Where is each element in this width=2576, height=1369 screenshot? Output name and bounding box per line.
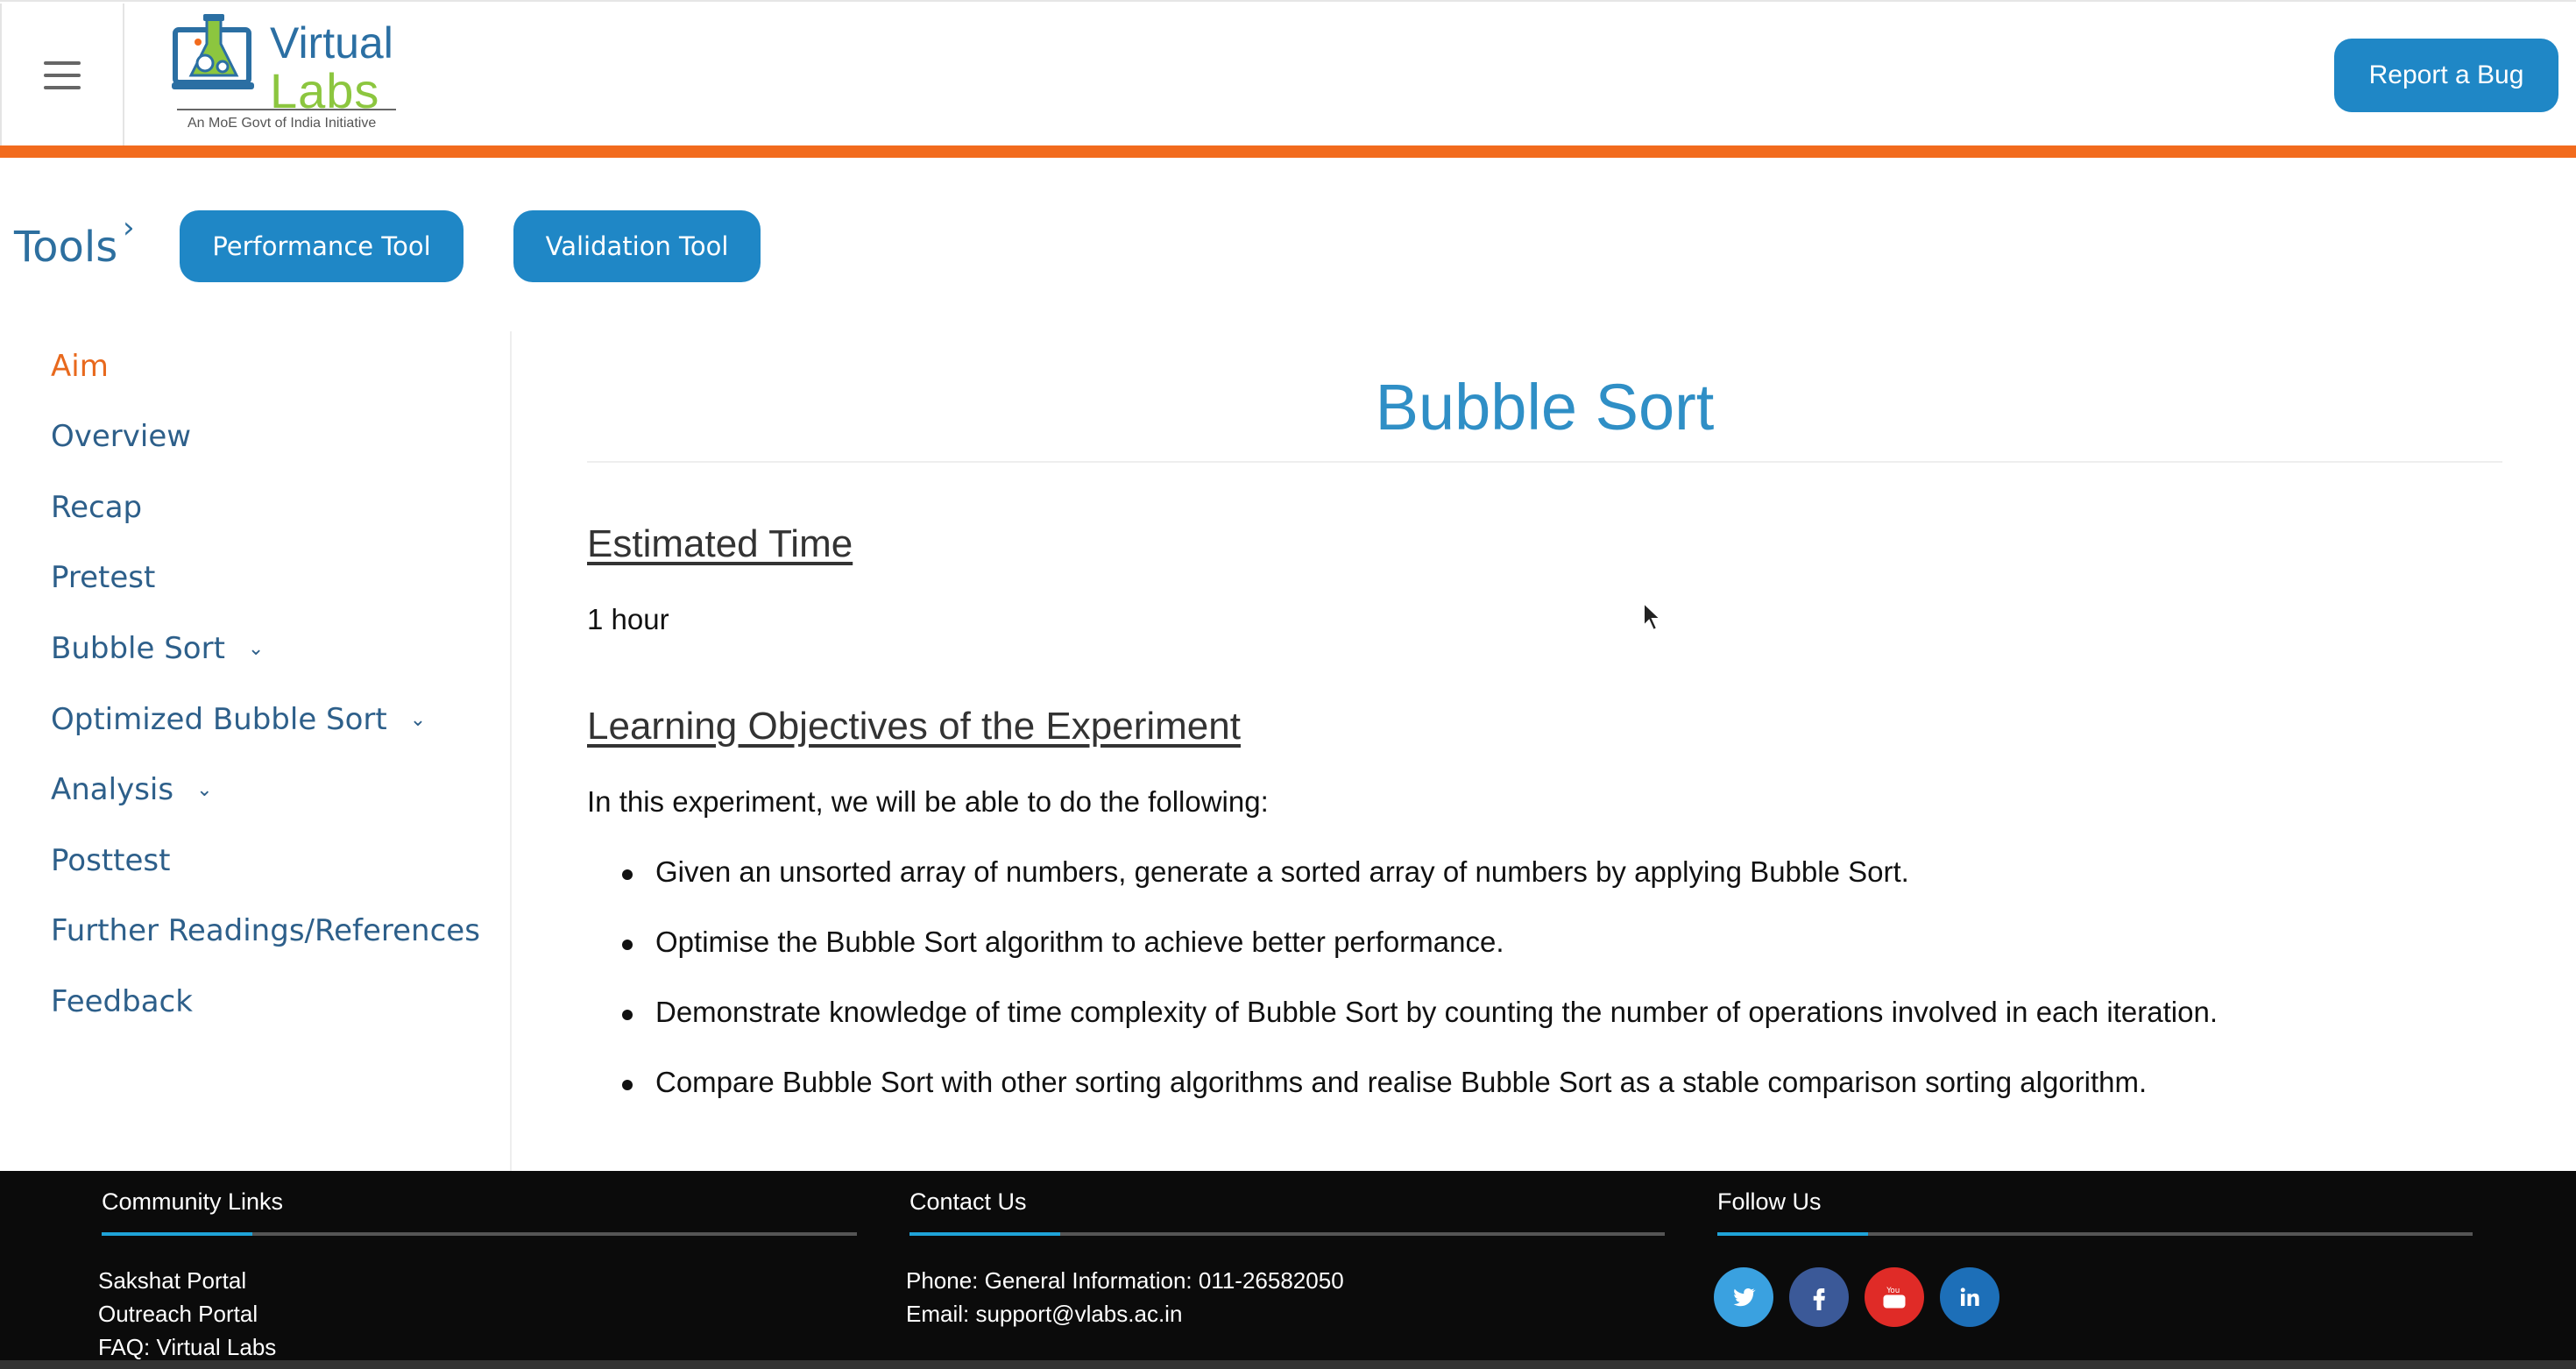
contact-phone: Phone: General Information: 011-26582050 [906, 1267, 1344, 1294]
logo-wordmark: Virtual Labs [270, 21, 393, 116]
sidebar-item-label: Aim [51, 349, 109, 384]
report-bug-button[interactable]: Report a Bug [2334, 39, 2558, 112]
outreach-portal-link[interactable]: Outreach Portal [98, 1297, 276, 1330]
list-item: Given an unsorted array of numbers, gene… [622, 855, 2218, 926]
objectives-intro: In this experiment, we will be able to d… [587, 785, 1269, 818]
community-links-heading: Community Links [102, 1188, 284, 1215]
bullet-icon [622, 869, 633, 880]
bullet-icon [622, 1080, 633, 1090]
list-item: Demonstrate knowledge of time complexity… [622, 996, 2218, 1066]
sidebar-item-recap[interactable]: Recap [51, 490, 142, 525]
mouse-cursor-icon [1643, 601, 1663, 632]
sidebar-item-posttest[interactable]: Posttest [51, 843, 170, 878]
objective-text: Demonstrate knowledge of time complexity… [655, 996, 2218, 1028]
sidebar-item-pretest[interactable]: Pretest [51, 560, 155, 595]
chevron-down-icon[interactable]: ⌄ [196, 779, 212, 801]
sidebar-item-label: Pretest [51, 560, 156, 595]
bullet-icon [622, 940, 633, 950]
facebook-icon[interactable] [1789, 1267, 1849, 1327]
sidebar-item-label: Feedback [51, 984, 193, 1019]
hamburger-icon [44, 61, 81, 89]
sidebar-item-label: Bubble Sort [51, 631, 225, 666]
sidebar-item-bubble-sort[interactable]: Bubble Sort ⌄ [51, 631, 264, 666]
section-divider [102, 1232, 857, 1236]
logo-tagline: An MoE Govt of India Initiative [188, 116, 377, 131]
logo-divider [177, 109, 396, 110]
list-item: Compare Bubble Sort with other sorting a… [622, 1066, 2218, 1136]
sakshat-portal-link[interactable]: Sakshat Portal [98, 1264, 276, 1297]
sidebar-item-label: Optimized Bubble Sort [51, 702, 387, 737]
logo-line-virtual: Virtual [270, 18, 393, 67]
objective-text: Optimise the Bubble Sort algorithm to ac… [655, 926, 1504, 958]
twitter-icon[interactable] [1714, 1267, 1773, 1327]
youtube-icon[interactable]: You [1865, 1267, 1924, 1327]
faq-link[interactable]: FAQ: Virtual Labs [98, 1330, 276, 1364]
site-footer: Community Links Sakshat Portal Outreach … [0, 1171, 2576, 1369]
section-divider [1717, 1232, 2473, 1236]
site-header: Virtual Labs An MoE Govt of India Initia… [0, 0, 2576, 147]
sidebar-item-label: Posttest [51, 843, 171, 878]
section-divider [909, 1232, 1665, 1236]
contact-heading: Contact Us [909, 1188, 1027, 1215]
main-content: Bubble Sort Estimated Time 1 hour Learni… [587, 351, 2502, 1157]
sidebar-nav: Aim Overview Recap Pretest Bubble Sort ⌄… [0, 331, 512, 1171]
virtual-labs-logo[interactable]: Virtual Labs An MoE Govt of India Initia… [172, 12, 401, 137]
sidebar-item-label: Recap [51, 490, 143, 525]
objectives-list: Given an unsorted array of numbers, gene… [622, 855, 2218, 1136]
estimated-time-value: 1 hour [587, 603, 669, 635]
validation-tool-button[interactable]: Validation Tool [513, 210, 761, 282]
chevron-down-icon[interactable]: ⌄ [410, 709, 426, 731]
chevron-down-icon[interactable]: ⌄ [248, 638, 264, 660]
sidebar-item-label: Overview [51, 419, 192, 454]
objectives-heading: Learning Objectives of the Experiment [587, 705, 1241, 748]
follow-us-heading: Follow Us [1717, 1188, 1822, 1215]
contact-email[interactable]: Email: support@vlabs.ac.in [906, 1297, 1344, 1330]
sidebar-item-analysis[interactable]: Analysis ⌄ [51, 772, 213, 807]
bullet-icon [622, 1010, 633, 1020]
header-accent-bar [0, 145, 2576, 158]
performance-tool-button[interactable]: Performance Tool [180, 210, 464, 282]
objective-text: Compare Bubble Sort with other sorting a… [655, 1066, 2148, 1098]
sidebar-item-optimized-bubble-sort[interactable]: Optimized Bubble Sort ⌄ [51, 702, 426, 737]
sidebar-item-further-readings[interactable]: Further Readings/References [51, 913, 480, 948]
sidebar-item-aim[interactable]: Aim [51, 349, 109, 384]
footer-bottom-strip [0, 1360, 2576, 1369]
sidebar-item-overview[interactable]: Overview [51, 419, 191, 454]
menu-toggle-button[interactable] [0, 4, 124, 147]
sidebar-item-feedback[interactable]: Feedback [51, 984, 193, 1019]
flask-laptop-icon [172, 14, 254, 89]
linkedin-icon[interactable] [1940, 1267, 1999, 1327]
list-item: Optimise the Bubble Sort algorithm to ac… [622, 926, 2218, 996]
title-divider [587, 461, 2502, 463]
objective-text: Given an unsorted array of numbers, gene… [655, 855, 1909, 888]
svg-text:You: You [1886, 1287, 1900, 1295]
chevron-right-icon: › [123, 210, 135, 245]
tools-bar: Tools › Performance Tool Validation Tool [0, 193, 2576, 289]
sidebar-item-label: Further Readings/References [51, 913, 480, 948]
tools-title: Tools [14, 223, 118, 272]
sidebar-item-label: Analysis [51, 772, 174, 807]
page-title: Bubble Sort [1375, 371, 1715, 443]
estimated-time-heading: Estimated Time [587, 522, 853, 565]
